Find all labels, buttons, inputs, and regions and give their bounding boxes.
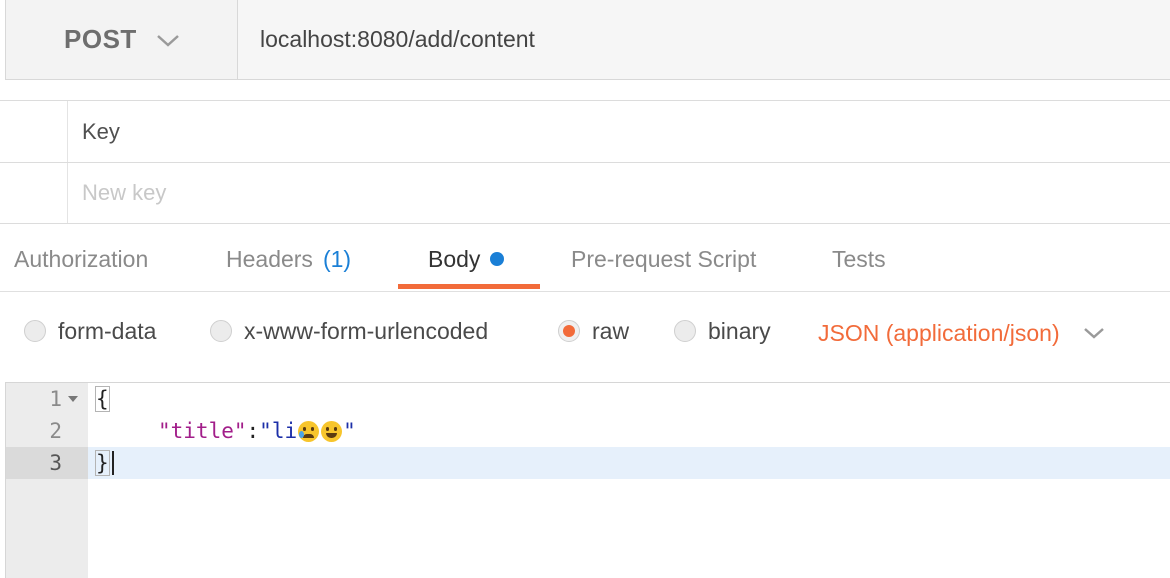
code-line-3: }	[95, 447, 114, 479]
open-brace: {	[95, 386, 110, 412]
text-cursor	[111, 451, 114, 475]
request-tabs: Authorization Headers (1) Body Pre-reque…	[0, 226, 1170, 292]
tab-label: Body	[428, 245, 481, 272]
code-editor[interactable]: 1 2 3 { "title": "li " }	[5, 382, 1170, 578]
crying-face-icon	[298, 420, 320, 442]
headers-count-badge: (1)	[322, 245, 352, 272]
radio-label: raw	[592, 317, 630, 344]
radio-x-www-form-urlencoded[interactable]: x-www-form-urlencoded	[210, 300, 488, 362]
modified-dot-icon	[490, 252, 505, 266]
line-number-gutter: 1 2 3	[6, 383, 88, 578]
json-colon: :	[246, 419, 260, 443]
tab-pre-request-script[interactable]: Pre-request Script	[571, 226, 756, 292]
tab-tests[interactable]: Tests	[832, 226, 886, 292]
row-checkbox-column	[0, 101, 68, 162]
params-new-row: New key	[0, 162, 1170, 224]
grinning-face-icon	[321, 420, 343, 442]
url-input[interactable]: localhost:8080/add/content	[238, 0, 1170, 79]
tab-authorization[interactable]: Authorization	[14, 226, 148, 292]
active-line-highlight	[88, 447, 1170, 479]
radio-circle-icon	[210, 320, 232, 342]
chevron-down-icon	[1083, 328, 1104, 339]
radio-circle-icon	[24, 320, 46, 342]
content-type-dropdown[interactable]: JSON (application/json)	[818, 300, 1106, 366]
tab-body[interactable]: Body	[428, 226, 505, 292]
radio-circle-icon	[674, 320, 696, 342]
radio-raw[interactable]: raw	[558, 300, 629, 362]
params-header-row: Key	[0, 100, 1170, 162]
radio-binary[interactable]: binary	[674, 300, 771, 362]
fold-arrow-icon[interactable]	[68, 396, 78, 402]
chevron-down-icon	[156, 34, 179, 47]
request-bar: POST localhost:8080/add/content	[5, 0, 1170, 80]
radio-form-data[interactable]: form-data	[24, 300, 156, 362]
tab-label: Pre-request Script	[571, 245, 757, 272]
line-number-active: 3	[6, 447, 88, 479]
line-number: 1	[6, 383, 88, 415]
radio-label: binary	[708, 317, 771, 344]
key-column-header: Key	[82, 118, 120, 144]
new-key-input[interactable]: New key	[82, 163, 166, 223]
code-line-2: "title": "li "	[158, 415, 356, 447]
json-string-end: "	[343, 419, 356, 443]
method-label: POST	[64, 24, 137, 54]
active-tab-indicator	[398, 284, 540, 289]
method-dropdown[interactable]: POST	[6, 0, 238, 79]
tab-label: Tests	[832, 245, 886, 272]
code-line-1: {	[95, 383, 110, 415]
radio-label: form-data	[58, 317, 157, 344]
json-key: "title"	[158, 419, 247, 443]
radio-label: x-www-form-urlencoded	[244, 317, 489, 344]
tab-label: Authorization	[14, 245, 149, 272]
tab-headers[interactable]: Headers (1)	[226, 226, 351, 292]
row-checkbox-column	[0, 163, 68, 223]
line-number: 2	[49, 419, 62, 443]
content-type-label: JSON (application/json)	[818, 319, 1060, 346]
json-string-start: "li	[259, 419, 298, 443]
close-brace: }	[95, 450, 110, 476]
tab-label: Headers	[226, 245, 313, 272]
radio-selected-icon	[558, 320, 580, 342]
